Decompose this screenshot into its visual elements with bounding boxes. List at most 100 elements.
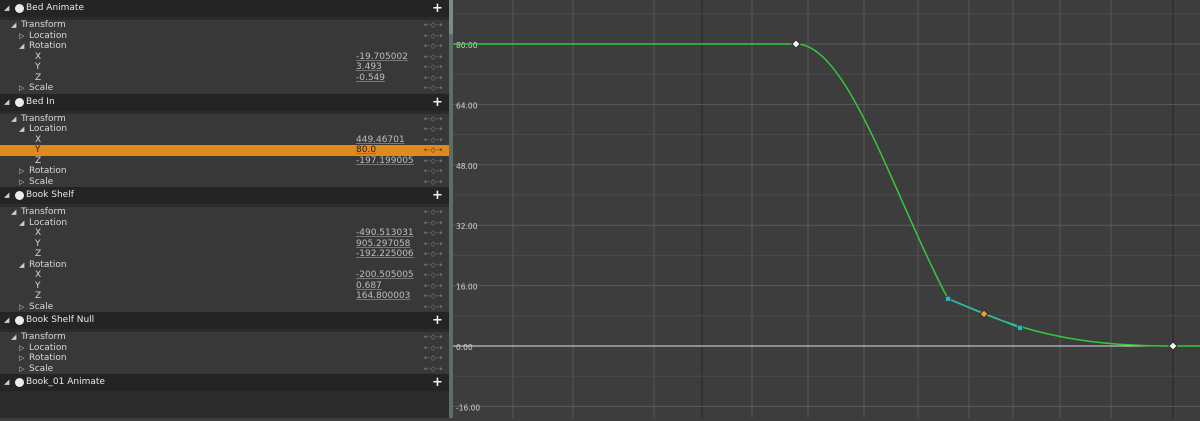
collapsed-caret-icon[interactable]: ▷ xyxy=(19,364,24,375)
keyframe-controls-icon[interactable]: ⇠◇⇢ xyxy=(424,114,443,125)
keyframe-controls-icon[interactable]: ⇠◇⇢ xyxy=(424,302,443,313)
channel-value-field[interactable]: -197.199005 xyxy=(356,156,414,167)
channel-value-field[interactable]: 164.800003 xyxy=(356,291,410,302)
collapsed-caret-icon[interactable]: ▷ xyxy=(19,31,24,42)
collapsed-caret-icon[interactable]: ▷ xyxy=(19,83,24,94)
expand-caret-icon[interactable]: ◢ xyxy=(4,374,9,391)
track-group-row[interactable]: ◢ Transform ⇠◇⇢ xyxy=(0,113,449,125)
track-group-row[interactable]: ▷ Scale ⇠◇⇢ xyxy=(0,363,449,375)
keyframe-controls-icon[interactable]: ⇠◇⇢ xyxy=(424,73,443,84)
keyframe-controls-icon[interactable]: ⇠◇⇢ xyxy=(424,249,443,260)
track-group-row[interactable]: ◢ Location ⇠◇⇢ xyxy=(0,124,449,135)
channel-row[interactable]: Y 0.687 ⇠◇⇢ xyxy=(0,280,449,292)
keyframe-controls-icon[interactable]: ⇠◇⇢ xyxy=(424,291,443,302)
channel-value-field[interactable]: -19.705002 xyxy=(356,52,408,63)
channel-row[interactable]: X -200.505005 ⇠◇⇢ xyxy=(0,270,449,281)
expand-caret-icon[interactable]: ◢ xyxy=(19,124,24,135)
expand-caret-icon[interactable]: ◢ xyxy=(4,0,9,17)
channel-row[interactable]: Z -0.549 ⇠◇⇢ xyxy=(0,72,449,84)
keyframe-controls-icon[interactable]: ⇠◇⇢ xyxy=(424,239,443,250)
add-track-button[interactable]: + xyxy=(432,374,443,391)
track-group-row[interactable]: ▷ Location ⇠◇⇢ xyxy=(0,342,449,354)
add-track-button[interactable]: + xyxy=(432,312,443,329)
keyframe-controls-icon[interactable]: ⇠◇⇢ xyxy=(424,83,443,94)
expand-caret-icon[interactable]: ◢ xyxy=(11,20,16,31)
channel-row[interactable]: Z -197.199005 ⇠◇⇢ xyxy=(0,155,449,167)
channel-value-field[interactable]: 0.687 xyxy=(356,281,382,292)
keyframe-controls-icon[interactable]: ⇠◇⇢ xyxy=(424,281,443,292)
channel-row[interactable]: Y 3.493 ⇠◇⇢ xyxy=(0,62,449,73)
keyframe-controls-icon[interactable]: ⇠◇⇢ xyxy=(424,31,443,42)
track-group-row[interactable]: ◢ Transform ⇠◇⇢ xyxy=(0,207,449,218)
track-group-row[interactable]: ▷ Scale ⇠◇⇢ xyxy=(0,301,449,313)
collapsed-caret-icon[interactable]: ▷ xyxy=(19,177,24,188)
keyframe-controls-icon[interactable]: ⇠◇⇢ xyxy=(424,52,443,63)
keyframe-controls-icon[interactable]: ⇠◇⇢ xyxy=(424,156,443,167)
track-group-row[interactable]: ◢ Rotation ⇠◇⇢ xyxy=(0,259,449,271)
channel-row[interactable]: Z 164.800003 ⇠◇⇢ xyxy=(0,291,449,302)
keyframe-controls-icon[interactable]: ⇠◇⇢ xyxy=(424,270,443,281)
curve-graph-canvas[interactable]: 80.00 64.00 48.00 32.00 16.00 0.00 -16.00 xyxy=(453,0,1200,418)
expand-caret-icon[interactable]: ◢ xyxy=(4,187,9,204)
keyframe-controls-icon[interactable]: ⇠◇⇢ xyxy=(424,332,443,343)
keyframe-controls-icon[interactable]: ⇠◇⇢ xyxy=(424,353,443,364)
expand-caret-icon[interactable]: ◢ xyxy=(11,114,16,125)
curve-editor-graph[interactable]: 80.00 64.00 48.00 32.00 16.00 0.00 -16.00 xyxy=(453,0,1200,418)
tangent-handle[interactable] xyxy=(945,295,951,302)
track-object-row[interactable]: ◢ Book Shelf + xyxy=(0,187,449,204)
track-object-row[interactable]: ◢ Book Shelf Null + xyxy=(0,312,449,329)
keyframe-controls-icon[interactable]: ⇠◇⇢ xyxy=(424,62,443,73)
keyframe-controls-icon[interactable]: ⇠◇⇢ xyxy=(424,145,443,156)
keyframe-controls-icon[interactable]: ⇠◇⇢ xyxy=(424,135,443,146)
add-track-button[interactable]: + xyxy=(432,94,443,111)
channel-row[interactable]: X 449.46701 ⇠◇⇢ xyxy=(0,134,449,146)
track-group-row[interactable]: ◢ Location ⇠◇⇢ xyxy=(0,217,449,229)
keyframe-controls-icon[interactable]: ⇠◇⇢ xyxy=(424,166,443,177)
channel-value-field[interactable]: -200.505005 xyxy=(356,270,414,281)
channel-value-field[interactable]: 80.0 xyxy=(356,145,376,156)
expand-caret-icon[interactable]: ◢ xyxy=(19,260,24,271)
collapsed-caret-icon[interactable]: ▷ xyxy=(19,353,24,364)
track-object-row[interactable]: ◢ Bed In + xyxy=(0,93,449,111)
add-track-button[interactable]: + xyxy=(432,187,443,204)
track-group-row[interactable]: ▷ Scale ⇠◇⇢ xyxy=(0,83,449,94)
channel-value-field[interactable]: -0.549 xyxy=(356,73,385,84)
track-group-row[interactable]: ◢ Rotation ⇠◇⇢ xyxy=(0,41,449,52)
keyframe-controls-icon[interactable]: ⇠◇⇢ xyxy=(424,207,443,218)
channel-row[interactable]: X -19.705002 ⇠◇⇢ xyxy=(0,51,449,63)
keyframe-controls-icon[interactable]: ⇠◇⇢ xyxy=(424,124,443,135)
track-group-row[interactable]: ▷ Location ⇠◇⇢ xyxy=(0,30,449,42)
keyframe-controls-icon[interactable]: ⇠◇⇢ xyxy=(424,177,443,188)
track-object-row[interactable]: ◢ Bed Animate + xyxy=(0,0,449,17)
expand-caret-icon[interactable]: ◢ xyxy=(4,94,9,111)
track-object-row[interactable]: ◢ Book_01 Animate + xyxy=(0,374,449,391)
track-group-row[interactable]: ▷ Scale ⇠◇⇢ xyxy=(0,176,449,188)
channel-value-field[interactable]: 3.493 xyxy=(356,62,382,73)
track-group-row[interactable]: ◢ Transform ⇠◇⇢ xyxy=(0,332,449,343)
collapsed-caret-icon[interactable]: ▷ xyxy=(19,302,24,313)
track-group-row[interactable]: ▷ Rotation ⇠◇⇢ xyxy=(0,353,449,364)
tangent-handle[interactable] xyxy=(1017,324,1023,331)
expand-caret-icon[interactable]: ◢ xyxy=(4,312,9,329)
keyframe-controls-icon[interactable]: ⇠◇⇢ xyxy=(424,218,443,229)
keyframe-controls-icon[interactable]: ⇠◇⇢ xyxy=(424,364,443,375)
collapsed-caret-icon[interactable]: ▷ xyxy=(19,166,24,177)
channel-value-field[interactable]: -490.513031 xyxy=(356,228,414,239)
expand-caret-icon[interactable]: ◢ xyxy=(11,332,16,343)
keyframe-controls-icon[interactable]: ⇠◇⇢ xyxy=(424,20,443,31)
channel-row[interactable]: X -490.513031 ⇠◇⇢ xyxy=(0,228,449,239)
channel-value-field[interactable]: 449.46701 xyxy=(356,135,405,146)
track-group-row[interactable]: ▷ Rotation ⇠◇⇢ xyxy=(0,166,449,177)
expand-caret-icon[interactable]: ◢ xyxy=(11,207,16,218)
keyframe-controls-icon[interactable]: ⇠◇⇢ xyxy=(424,228,443,239)
collapsed-caret-icon[interactable]: ▷ xyxy=(19,343,24,354)
channel-value-field[interactable]: -192.225006 xyxy=(356,249,414,260)
expand-caret-icon[interactable]: ◢ xyxy=(19,218,24,229)
keyframe-controls-icon[interactable]: ⇠◇⇢ xyxy=(424,41,443,52)
expand-caret-icon[interactable]: ◢ xyxy=(19,41,24,52)
channel-row[interactable]: Y 905.297058 ⇠◇⇢ xyxy=(0,238,449,250)
channel-row[interactable]: Y 80.0 ⇠◇⇢ xyxy=(0,145,449,156)
add-track-button[interactable]: + xyxy=(432,0,443,17)
channel-value-field[interactable]: 905.297058 xyxy=(356,239,410,250)
channel-row[interactable]: Z -192.225006 ⇠◇⇢ xyxy=(0,249,449,260)
